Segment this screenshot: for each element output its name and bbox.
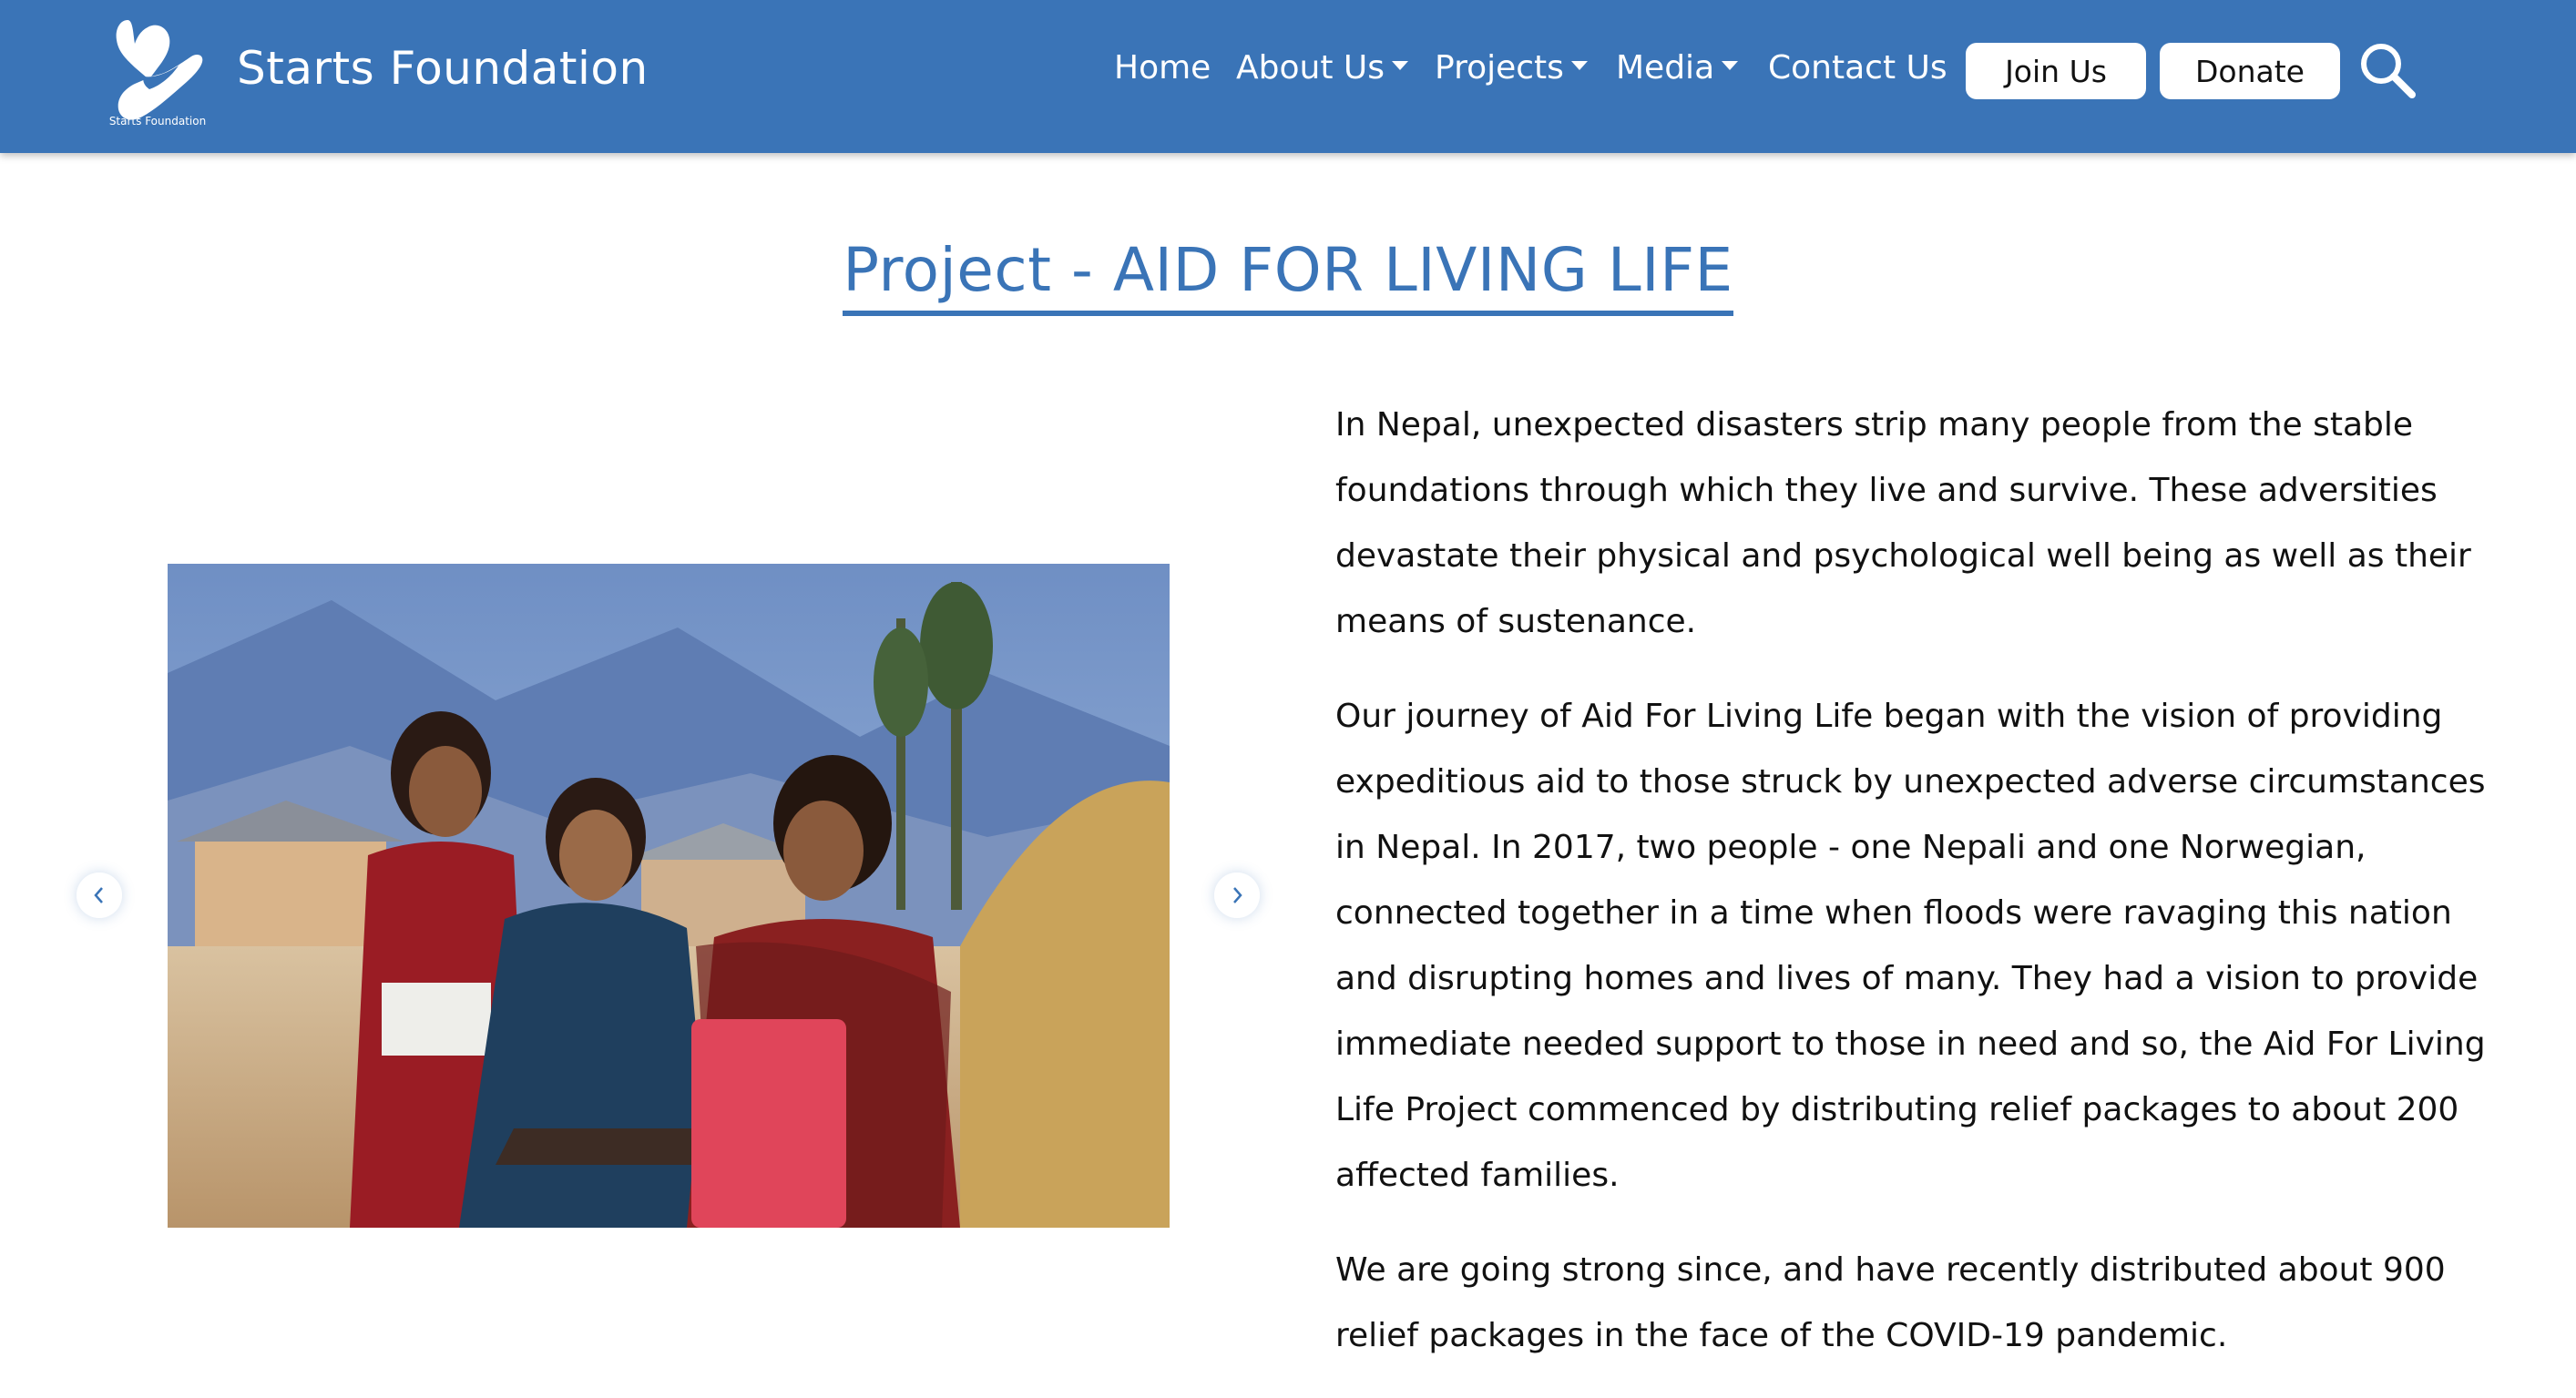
- page-title: Project - AID FOR LIVING LIFE: [843, 235, 1733, 316]
- nav-contact-us-label: Contact Us: [1768, 49, 1947, 87]
- starts-foundation-logo[interactable]: [107, 13, 208, 131]
- chevron-right-icon: [1233, 887, 1242, 903]
- nav-media[interactable]: Media: [1616, 49, 1739, 87]
- caret-down-icon: [1722, 61, 1739, 70]
- chevron-left-icon: [94, 887, 103, 903]
- caret-down-icon: [1391, 61, 1408, 70]
- donate-button[interactable]: Donate: [2160, 43, 2340, 99]
- logo-caption: Starts Foundation: [108, 115, 207, 128]
- nav-home-label: Home: [1114, 49, 1211, 87]
- nav-about-us[interactable]: About Us: [1236, 49, 1408, 87]
- nav-projects[interactable]: Projects: [1435, 49, 1588, 87]
- nav-contact-us[interactable]: Contact Us: [1768, 49, 1947, 87]
- paragraph-progress: We are going strong since, and have rece…: [1335, 1251, 2446, 1354]
- carousel-prev-button[interactable]: [77, 872, 122, 918]
- carousel-photo: [168, 564, 1170, 1228]
- nav-projects-label: Projects: [1435, 49, 1564, 87]
- carousel-next-button[interactable]: [1214, 872, 1260, 918]
- nav-about-us-label: About Us: [1236, 49, 1385, 87]
- search-icon[interactable]: [2357, 40, 2418, 100]
- brand-name[interactable]: Starts Foundation: [237, 42, 649, 95]
- paragraph-intro: In Nepal, unexpected disasters strip man…: [1335, 406, 2471, 640]
- caret-down-icon: [1570, 61, 1588, 70]
- paragraph-journey: Our journey of Aid For Living Life began…: [1335, 698, 2486, 1194]
- page-title-wrapper: Project - AID FOR LIVING LIFE: [0, 235, 2576, 316]
- project-description: In Nepal, unexpected disasters strip man…: [1335, 393, 2520, 1398]
- nav-media-label: Media: [1616, 49, 1715, 87]
- navbar: Starts Foundation Starts Foundation Home…: [0, 0, 2576, 153]
- join-us-button[interactable]: Join Us: [1966, 43, 2146, 99]
- nav-home[interactable]: Home: [1114, 49, 1211, 87]
